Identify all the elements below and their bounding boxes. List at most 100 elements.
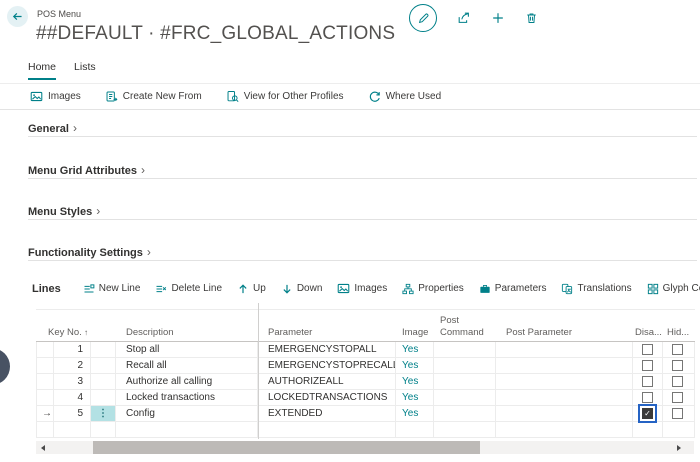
table-row[interactable]: 3Authorize all callingAUTHORIZEALLYes (36, 374, 695, 390)
up-button[interactable]: Up (237, 283, 266, 295)
row-menu-cell (91, 342, 116, 357)
disabled-checkbox[interactable] (642, 344, 653, 355)
glyph-comparison-button[interactable]: Glyph Comparison (647, 283, 700, 295)
column-header[interactable]: Disa... (633, 327, 663, 341)
disabled-checkbox[interactable] (642, 392, 653, 403)
hidden-cell (663, 422, 695, 437)
column-header[interactable] (91, 338, 116, 341)
new-line-icon (83, 283, 95, 295)
hidden-checkbox[interactable] (672, 360, 683, 371)
translations-button[interactable]: Translations (561, 283, 631, 295)
image-yes-link[interactable]: Yes (402, 360, 418, 371)
hidden-cell (663, 342, 695, 357)
horizontal-scrollbar[interactable] (36, 441, 694, 454)
key-no-cell: 4 (54, 390, 91, 405)
table-row[interactable]: 1Stop allEMERGENCYSTOPALLYes (36, 342, 695, 358)
active-row-arrow-icon: → (42, 408, 52, 419)
delete-line-button[interactable]: Delete Line (155, 283, 222, 295)
column-header[interactable]: Parameter (258, 327, 396, 341)
page-title: ##DEFAULT · #FRC_GLOBAL_ACTIONS (36, 23, 395, 45)
row-menu-cell (91, 422, 116, 437)
fasttab-general[interactable]: General› (28, 119, 697, 137)
image-yes-link[interactable]: Yes (402, 376, 418, 387)
images-button[interactable]: Images (337, 282, 387, 295)
key-no-cell: 1 (54, 342, 91, 357)
section-label: Functionality Settings (28, 247, 143, 259)
table-row[interactable]: →5⋮ConfigEXTENDEDYes (36, 406, 695, 422)
row-selector-cell (36, 374, 54, 389)
create-new-from-button[interactable]: Create New From (105, 90, 202, 103)
hidden-checkbox[interactable] (672, 392, 683, 403)
column-header[interactable]: Image (396, 327, 434, 341)
edit-pencil-icon (417, 12, 430, 25)
view-for-other-profiles-button[interactable]: View for Other Profiles (226, 90, 344, 103)
disabled-checkbox[interactable] (642, 360, 653, 371)
row-selector-cell (36, 358, 54, 373)
translations-icon (561, 283, 573, 295)
description-cell (116, 422, 258, 437)
action-label: Images (48, 91, 81, 102)
edit-pencil-button[interactable] (409, 4, 437, 32)
parameter-cell (258, 422, 396, 437)
glyph-comparison-icon (647, 283, 659, 295)
hidden-checkbox[interactable] (672, 408, 683, 419)
fasttab-menu-grid-attributes[interactable]: Menu Grid Attributes› (28, 161, 697, 179)
image-yes-link[interactable]: Yes (402, 408, 418, 419)
parameters-button[interactable]: Parameters (479, 283, 547, 295)
images-icon (337, 282, 350, 295)
column-header[interactable]: Description (116, 327, 258, 341)
up-arrow-icon (237, 283, 249, 295)
tab-home[interactable]: Home (28, 61, 56, 80)
delete-trash-button[interactable] (525, 11, 538, 25)
back-button[interactable] (7, 6, 28, 27)
image-yes-link[interactable]: Yes (402, 344, 418, 355)
lines-part-label: Lines (32, 283, 61, 295)
column-header[interactable]: Hid... (663, 327, 695, 341)
row-menu-dots-icon[interactable]: ⋮ (91, 406, 116, 421)
disabled-cell (633, 342, 663, 357)
column-header[interactable]: Key No. ↑ (36, 327, 91, 341)
share-button[interactable] (457, 11, 471, 25)
post-command-cell (434, 422, 496, 437)
fasttab-menu-styles[interactable]: Menu Styles› (28, 202, 697, 220)
scrollbar-thumb[interactable] (93, 441, 480, 454)
back-arrow-icon (11, 10, 24, 23)
create-new-from-icon (105, 90, 118, 103)
column-header[interactable]: Post Command (434, 315, 496, 341)
where-used-button[interactable]: Where Used (368, 90, 442, 103)
hidden-checkbox[interactable] (672, 376, 683, 387)
table-row[interactable]: 2Recall allEMERGENCYSTOPRECALLYes (36, 358, 695, 374)
row-menu-cell (91, 358, 116, 373)
disabled-checkbox[interactable] (642, 408, 653, 419)
edge-floating-badge[interactable] (0, 348, 10, 385)
key-no-cell: 2 (54, 358, 91, 373)
disabled-checkbox[interactable] (642, 376, 653, 387)
action-bar-divider (0, 109, 700, 110)
toolbar-button-label: New Line (99, 283, 141, 294)
down-button[interactable]: Down (281, 283, 323, 295)
toolbar-button-label: Parameters (495, 283, 547, 294)
down-arrow-icon (281, 283, 293, 295)
new-plus-button[interactable] (491, 11, 505, 25)
new-line-button[interactable]: New Line (83, 283, 141, 295)
properties-button[interactable]: Properties (402, 283, 464, 295)
image-yes-link[interactable]: Yes (402, 392, 418, 403)
share-icon (457, 11, 471, 25)
post-parameter-cell (496, 422, 633, 437)
fasttab-functionality-settings[interactable]: Functionality Settings› (28, 243, 697, 261)
tab-lists[interactable]: Lists (74, 61, 96, 80)
hidden-checkbox[interactable] (672, 344, 683, 355)
post-parameter-cell (496, 358, 633, 373)
disabled-cell (633, 422, 663, 437)
scroll-right-icon[interactable] (677, 445, 681, 451)
scroll-left-icon[interactable] (41, 445, 45, 451)
column-header[interactable]: Post Parameter (496, 327, 633, 341)
table-header: Key No. ↑ DescriptionParameterImagePost C… (36, 309, 695, 342)
images-button[interactable]: Images (30, 90, 81, 103)
parameter-cell: LOCKEDTRANSACTIONS (258, 390, 396, 405)
description-cell: Recall all (116, 358, 258, 373)
row-selector-cell: → (36, 406, 54, 421)
table-row[interactable]: 4Locked transactionsLOCKEDTRANSACTIONSYe… (36, 390, 695, 406)
post-command-cell (434, 374, 496, 389)
table-row[interactable] (36, 422, 695, 438)
